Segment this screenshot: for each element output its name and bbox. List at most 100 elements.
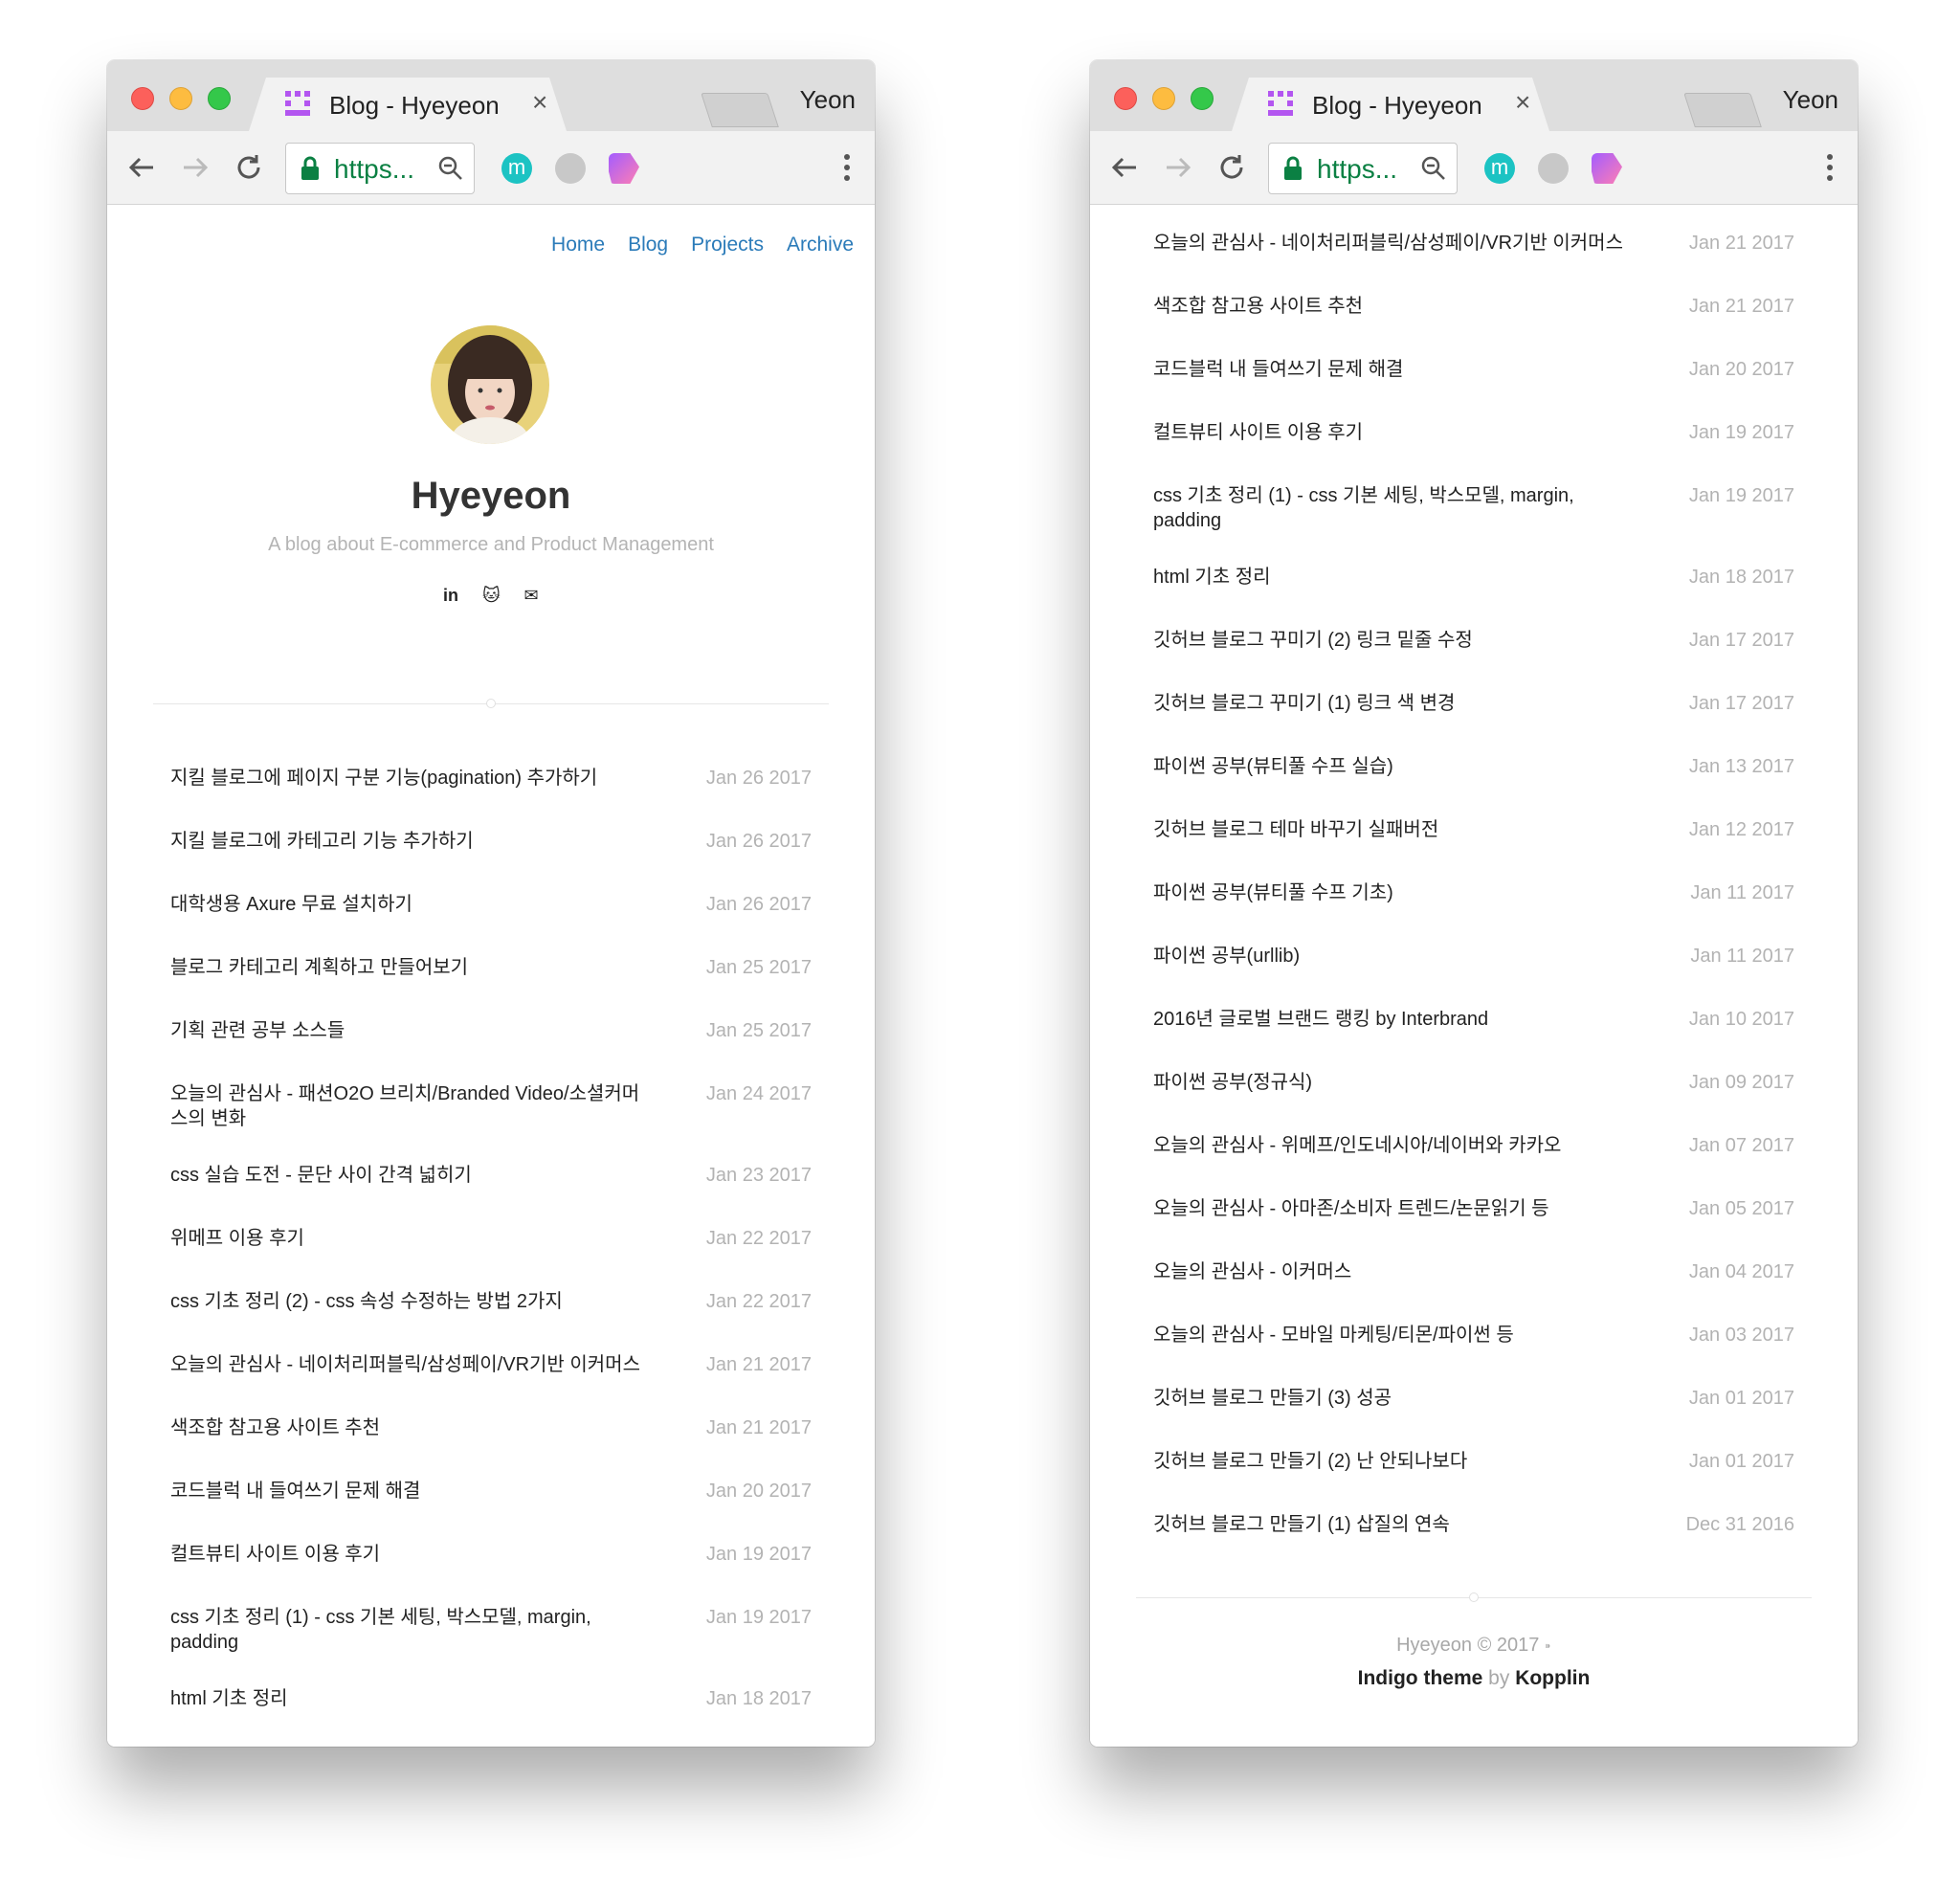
post-item[interactable]: 깃허브 블로그 만들기 (2) 난 안되나보다 Jan 01 2017 <box>1090 1449 1858 1481</box>
post-item[interactable]: css 기초 정리 (1) - css 기본 세팅, 박스모델, margin,… <box>107 1605 875 1655</box>
post-item[interactable]: 깃허브 블로그 만들기 (3) 성공 Jan 01 2017 <box>1090 1386 1858 1417</box>
nav-blog[interactable]: Blog <box>628 234 668 256</box>
post-item[interactable]: 컬트뷰티 사이트 이용 후기 Jan 19 2017 <box>107 1542 875 1573</box>
extension-m-icon[interactable]: m <box>1484 153 1515 184</box>
post-title[interactable]: 깃허브 블로그 테마 바꾸기 실패버전 <box>1153 817 1632 842</box>
zoom-out-icon[interactable] <box>437 155 464 182</box>
post-item[interactable]: 오늘의 관심사 - 아마존/소비자 트렌드/논문읽기 등 Jan 05 2017 <box>1090 1196 1858 1228</box>
post-item[interactable]: css 기초 정리 (2) - css 속성 수정하는 방법 2가지 Jan 22… <box>107 1289 875 1321</box>
post-item[interactable]: html 기초 정리 Jan 18 2017 <box>1090 565 1858 596</box>
post-item[interactable]: 2016년 글로벌 브랜드 랭킹 by Interbrand Jan 10 201… <box>1090 1007 1858 1038</box>
post-item[interactable]: 파이썬 공부(정규식) Jan 09 2017 <box>1090 1070 1858 1102</box>
new-tab-button[interactable] <box>1683 93 1762 127</box>
post-title[interactable]: 코드블럭 내 들여쓰기 문제 해결 <box>1153 357 1632 382</box>
post-item[interactable]: 파이썬 공부(urllib) Jan 11 2017 <box>1090 944 1858 975</box>
reload-icon[interactable] <box>234 152 264 183</box>
post-title[interactable]: 깃허브 블로그 꾸미기 (1) 링크 색 변경 <box>1153 691 1632 716</box>
tab-blog[interactable]: Blog - Hyeyeon × <box>249 78 567 131</box>
extension-gray-icon[interactable] <box>555 153 586 184</box>
post-item[interactable]: 깃허브 블로그 만들기 (1) 삽질의 연속 Dec 31 2016 <box>1090 1512 1858 1544</box>
post-item[interactable]: 대학생용 Axure 무료 설치하기 Jan 26 2017 <box>107 892 875 924</box>
post-title[interactable]: 컬트뷰티 사이트 이용 후기 <box>170 1542 649 1567</box>
post-title[interactable]: css 기초 정리 (1) - css 기본 세팅, 박스모델, margin,… <box>170 1605 649 1655</box>
post-title[interactable]: 오늘의 관심사 - 네이처리퍼블릭/삼성페이/VR기반 이커머스 <box>170 1352 649 1377</box>
new-tab-button[interactable] <box>701 93 779 127</box>
post-title[interactable]: css 실습 도전 - 문단 사이 간격 넓히기 <box>170 1163 649 1188</box>
theme-link[interactable]: Indigo theme <box>1358 1667 1483 1689</box>
post-item[interactable]: 코드블럭 내 들여쓰기 문제 해결 Jan 20 2017 <box>1090 357 1858 389</box>
address-bar[interactable]: https... <box>1268 143 1458 194</box>
post-item[interactable]: html 기초 정리 Jan 18 2017 <box>107 1686 875 1718</box>
post-title[interactable]: html 기초 정리 <box>1153 565 1632 590</box>
extension-gray-icon[interactable] <box>1538 153 1569 184</box>
forward-arrow-icon[interactable] <box>1163 152 1193 183</box>
back-arrow-icon[interactable] <box>1109 152 1140 183</box>
post-item[interactable]: 깃허브 블로그 꾸미기 (2) 링크 밑줄 수정 Jan 17 2017 <box>1090 628 1858 659</box>
rss-icon[interactable]: ⁍ <box>1545 1638 1551 1654</box>
email-icon[interactable]: ✉ <box>523 586 540 606</box>
post-title[interactable]: 2016년 글로벌 브랜드 랭킹 by Interbrand <box>1153 1007 1632 1032</box>
post-title[interactable]: 파이썬 공부(뷰티풀 수프 기초) <box>1153 880 1632 905</box>
nav-home[interactable]: Home <box>551 234 605 256</box>
post-title[interactable]: 색조합 참고용 사이트 추천 <box>1153 294 1632 319</box>
minimize-window-button[interactable] <box>1152 87 1175 110</box>
post-item[interactable]: 오늘의 관심사 - 위메프/인도네시아/네이버와 카카오 Jan 07 2017 <box>1090 1133 1858 1165</box>
post-title[interactable]: 깃허브 블로그 만들기 (2) 난 안되나보다 <box>1153 1449 1632 1474</box>
zoom-window-button[interactable] <box>208 87 231 110</box>
post-title[interactable]: 컬트뷰티 사이트 이용 후기 <box>1153 420 1632 445</box>
post-item[interactable]: css 기초 정리 (1) - css 기본 세팅, 박스모델, margin,… <box>1090 483 1858 533</box>
extension-gradient-icon[interactable] <box>609 153 639 184</box>
post-title[interactable]: html 기초 정리 <box>170 1686 649 1711</box>
post-title[interactable]: 오늘의 관심사 - 패션O2O 브리치/Branded Video/소셜커머스의… <box>170 1081 649 1131</box>
kebab-menu-icon[interactable] <box>844 154 850 183</box>
extension-m-icon[interactable]: m <box>501 153 532 184</box>
post-title[interactable]: 오늘의 관심사 - 위메프/인도네시아/네이버와 카카오 <box>1153 1133 1632 1158</box>
reload-icon[interactable] <box>1216 152 1247 183</box>
author-link[interactable]: Kopplin <box>1515 1667 1590 1689</box>
back-arrow-icon[interactable] <box>126 152 157 183</box>
extension-gradient-icon[interactable] <box>1592 153 1622 184</box>
zoom-out-icon[interactable] <box>1420 155 1447 182</box>
linkedin-icon[interactable]: in <box>442 586 459 606</box>
post-item[interactable]: 오늘의 관심사 - 모바일 마케팅/티몬/파이썬 등 Jan 03 2017 <box>1090 1323 1858 1354</box>
post-title[interactable]: 지킬 블로그에 카테고리 기능 추가하기 <box>170 829 649 854</box>
post-title[interactable]: 파이썬 공부(정규식) <box>1153 1070 1632 1095</box>
post-title[interactable]: 색조합 참고용 사이트 추천 <box>170 1415 649 1440</box>
post-item[interactable]: 파이썬 공부(뷰티풀 수프 실습) Jan 13 2017 <box>1090 754 1858 786</box>
post-title[interactable]: 위메프 이용 후기 <box>170 1226 649 1251</box>
kebab-menu-icon[interactable] <box>1827 154 1833 183</box>
post-title[interactable]: 오늘의 관심사 - 모바일 마케팅/티몬/파이썬 등 <box>1153 1323 1632 1347</box>
post-item[interactable]: 파이썬 공부(뷰티풀 수프 기초) Jan 11 2017 <box>1090 880 1858 912</box>
post-title[interactable]: 깃허브 블로그 만들기 (3) 성공 <box>1153 1386 1632 1411</box>
post-item[interactable]: 지킬 블로그에 카테고리 기능 추가하기 Jan 26 2017 <box>107 829 875 860</box>
post-item[interactable]: 컬트뷰티 사이트 이용 후기 Jan 19 2017 <box>1090 420 1858 452</box>
post-title[interactable]: 코드블럭 내 들여쓰기 문제 해결 <box>170 1479 649 1503</box>
github-icon[interactable]: 🐱 <box>482 586 501 606</box>
close-window-button[interactable] <box>1114 87 1137 110</box>
post-item[interactable]: 오늘의 관심사 - 패션O2O 브리치/Branded Video/소셜커머스의… <box>107 1081 875 1131</box>
forward-arrow-icon[interactable] <box>180 152 211 183</box>
post-item[interactable]: 위메프 이용 후기 Jan 22 2017 <box>107 1226 875 1258</box>
post-item[interactable]: 깃허브 블로그 꾸미기 (1) 링크 색 변경 Jan 17 2017 <box>1090 691 1858 723</box>
zoom-window-button[interactable] <box>1191 87 1214 110</box>
post-title[interactable]: 오늘의 관심사 - 아마존/소비자 트렌드/논문읽기 등 <box>1153 1196 1632 1221</box>
post-item[interactable]: 깃허브 블로그 테마 바꾸기 실패버전 Jan 12 2017 <box>1090 817 1858 849</box>
post-item[interactable]: 오늘의 관심사 - 네이처리퍼블릭/삼성페이/VR기반 이커머스 Jan 21 2… <box>107 1352 875 1384</box>
post-title[interactable]: 오늘의 관심사 - 네이처리퍼블릭/삼성페이/VR기반 이커머스 <box>1153 231 1632 256</box>
post-item[interactable]: 색조합 참고용 사이트 추천 Jan 21 2017 <box>1090 294 1858 325</box>
post-item[interactable]: 오늘의 관심사 - 이커머스 Jan 04 2017 <box>1090 1259 1858 1291</box>
address-bar[interactable]: https... <box>285 143 475 194</box>
nav-archive[interactable]: Archive <box>787 234 854 256</box>
close-window-button[interactable] <box>131 87 154 110</box>
tab-blog[interactable]: Blog - Hyeyeon × <box>1232 78 1549 131</box>
minimize-window-button[interactable] <box>169 87 192 110</box>
post-title[interactable]: 오늘의 관심사 - 이커머스 <box>1153 1259 1632 1284</box>
tab-close-icon[interactable]: × <box>532 89 547 116</box>
post-title[interactable]: 파이썬 공부(뷰티풀 수프 실습) <box>1153 754 1632 779</box>
post-item[interactable]: 색조합 참고용 사이트 추천 Jan 21 2017 <box>107 1415 875 1447</box>
tab-close-icon[interactable]: × <box>1515 89 1530 116</box>
profile-name[interactable]: Yeon <box>1783 85 1838 115</box>
post-title[interactable]: 기획 관련 공부 소스들 <box>170 1018 649 1043</box>
post-item[interactable]: css 실습 도전 - 문단 사이 간격 넓히기 Jan 23 2017 <box>107 1163 875 1194</box>
post-title[interactable]: css 기초 정리 (1) - css 기본 세팅, 박스모델, margin,… <box>1153 483 1632 533</box>
